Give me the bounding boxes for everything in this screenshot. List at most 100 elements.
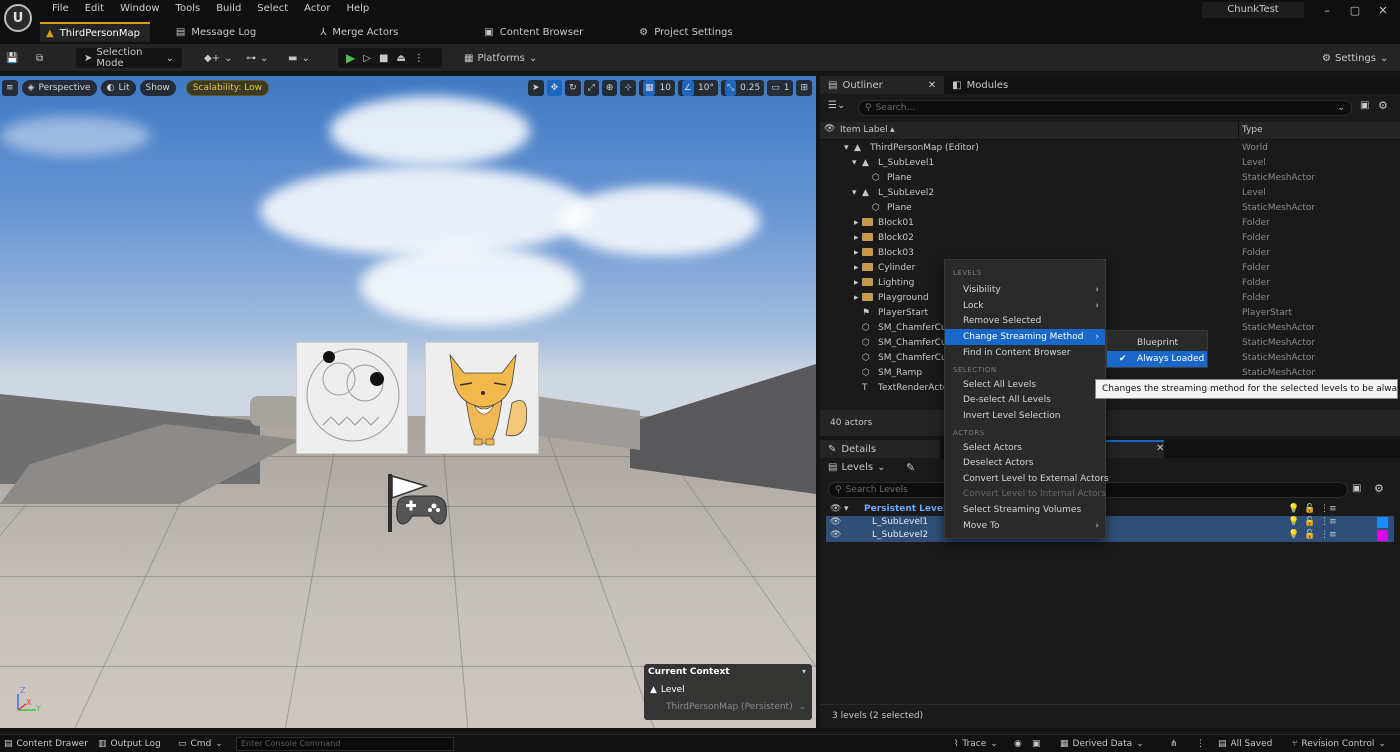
- eye-icon[interactable]: 👁: [830, 529, 841, 542]
- surface-snap-button[interactable]: ⊹: [620, 80, 636, 96]
- lock-icon[interactable]: 🔓: [1304, 529, 1315, 542]
- tab-levels[interactable]: [1104, 440, 1164, 458]
- tab-details[interactable]: ✎ Details: [820, 440, 940, 458]
- tab-modules[interactable]: ◧ Modules: [944, 76, 1016, 94]
- menu-item-blueprint[interactable]: Blueprint: [1107, 335, 1207, 351]
- expand-arrow-icon[interactable]: ▾: [852, 186, 857, 201]
- tab-outliner[interactable]: ▤ Outliner ✕: [820, 76, 945, 94]
- close-button[interactable]: ✕: [1370, 2, 1396, 20]
- tab-merge-actors[interactable]: ⅄ Merge Actors: [314, 22, 408, 42]
- cinematics-button[interactable]: ▬ ⌄: [288, 48, 310, 68]
- outliner-row[interactable]: ▸ Playground Folder: [820, 291, 1400, 306]
- outliner-row[interactable]: ⬡ Plane StaticMeshActor: [820, 171, 1400, 186]
- revision-control-button[interactable]: ⑂ Revision Control ⌄: [1292, 737, 1386, 751]
- lock-icon[interactable]: 🔓: [1304, 503, 1315, 516]
- outliner-row[interactable]: ▾ ▲ L_SubLevel1 Level: [820, 156, 1400, 171]
- expand-arrow-icon[interactable]: ▸: [854, 276, 859, 291]
- outliner-row[interactable]: ⚑ PlayerStart PlayerStart: [820, 306, 1400, 321]
- save-button[interactable]: 💾: [6, 48, 18, 68]
- lit-button[interactable]: ◐ Lit: [100, 80, 136, 96]
- add-actor-button[interactable]: ◆+ ⌄: [204, 48, 232, 68]
- expand-arrow-icon[interactable]: ▾: [844, 141, 849, 156]
- expand-arrow-icon[interactable]: ▸: [854, 231, 859, 246]
- level-color-swatch[interactable]: [1377, 530, 1388, 541]
- expand-arrow-icon[interactable]: ▸: [854, 291, 859, 306]
- level-row-persistent[interactable]: 👁 ▾ Persistent Level 💡 🔓 ⋮≡: [826, 503, 1394, 516]
- hierarchy-icon[interactable]: ⋮≡: [1320, 503, 1337, 516]
- tab-third-person-map[interactable]: ▲ ThirdPersonMap: [40, 22, 150, 42]
- minimize-button[interactable]: –: [1314, 2, 1340, 20]
- expand-arrow-icon[interactable]: ▸: [854, 246, 859, 261]
- settings-button[interactable]: ⚙ Settings ⌄: [1322, 48, 1388, 68]
- menu-item-convert-to-external-actors[interactable]: Convert Level to External Actors: [945, 471, 1109, 487]
- rotation-snap-button[interactable]: ∠ 10°: [677, 80, 718, 96]
- menu-tools[interactable]: Tools: [168, 2, 209, 16]
- menu-item-select-all-levels[interactable]: Select All Levels: [945, 377, 1105, 393]
- eye-icon[interactable]: 👁: [824, 124, 835, 134]
- lightbulb-icon[interactable]: 💡: [1288, 529, 1299, 542]
- add-level-folder-button[interactable]: ▣: [1352, 483, 1361, 494]
- cmd-dropdown[interactable]: ▭ Cmd ⌄: [178, 737, 223, 751]
- screenshot-button[interactable]: ▣: [1032, 737, 1041, 751]
- translate-mode-button[interactable]: ✥: [546, 80, 563, 96]
- world-local-button[interactable]: ⊕: [601, 80, 618, 96]
- outliner-row[interactable]: ▸ Lighting Folder: [820, 276, 1400, 291]
- perspective-button[interactable]: ◈ Perspective: [21, 80, 97, 96]
- menu-item-select-actors[interactable]: Select Actors: [945, 440, 1105, 456]
- menu-item-always-loaded[interactable]: ✔ Always Loaded: [1107, 351, 1207, 367]
- blueprint-button[interactable]: ⊶ ⌄: [246, 48, 268, 68]
- more-options-icon[interactable]: ⋮: [414, 53, 424, 64]
- menu-item-lock[interactable]: Lock ›: [945, 298, 1105, 314]
- output-log-button[interactable]: ▥ Output Log: [98, 737, 161, 751]
- player-start-gizmo[interactable]: [386, 472, 450, 534]
- menu-file[interactable]: File: [44, 2, 77, 16]
- outliner-row[interactable]: ▸ Block03 Folder: [820, 246, 1400, 261]
- column-item-label[interactable]: Item Label: [840, 125, 888, 135]
- menu-item-move-to[interactable]: Move To ›: [945, 518, 1105, 534]
- tab-project-settings[interactable]: ⚙ Project Settings: [633, 22, 742, 42]
- source-tree-button[interactable]: ⋔: [1170, 737, 1178, 751]
- scalability-badge[interactable]: Scalability: Low: [185, 80, 270, 96]
- grid-snap-button[interactable]: ▦ 10: [638, 80, 675, 96]
- eye-icon[interactable]: 👁: [830, 516, 841, 529]
- platforms-button[interactable]: ▦ Platforms ⌄: [464, 48, 537, 68]
- hierarchy-icon[interactable]: ⋮≡: [1320, 516, 1337, 529]
- expand-arrow-icon[interactable]: ▾: [844, 503, 849, 516]
- tab-content-browser[interactable]: ▣ Content Browser: [478, 22, 593, 42]
- console-input[interactable]: Enter Console Command: [236, 737, 454, 751]
- lightbulb-icon[interactable]: 💡: [1288, 503, 1299, 516]
- menu-select[interactable]: Select: [249, 2, 296, 16]
- show-button[interactable]: Show: [139, 80, 176, 96]
- close-icon[interactable]: ✕: [928, 80, 936, 91]
- eye-icon[interactable]: 👁: [830, 503, 841, 516]
- outliner-row[interactable]: ▾ ▲ L_SubLevel2 Level: [820, 186, 1400, 201]
- menu-item-deselect-actors[interactable]: Deselect Actors: [945, 455, 1105, 471]
- viewport-menu-button[interactable]: ≡: [2, 80, 18, 96]
- column-type[interactable]: Type: [1242, 125, 1263, 135]
- level-viewport[interactable]: ≡ ◈ Perspective ◐ Lit Show Scalability: Lo…: [0, 76, 816, 728]
- viewport-layout-button[interactable]: ⊞: [796, 80, 812, 96]
- menu-item-visibility[interactable]: Visibility ›: [945, 282, 1105, 298]
- level-row-sublevel2[interactable]: 👁 L_SubLevel2 💡 🔓 ⋮≡: [826, 529, 1394, 542]
- menu-window[interactable]: Window: [112, 2, 167, 16]
- outliner-settings-button[interactable]: ⚙: [1378, 99, 1388, 112]
- rotate-mode-button[interactable]: ↻: [565, 80, 581, 96]
- play-icon[interactable]: ▶: [346, 51, 355, 65]
- close-icon[interactable]: ✕: [1156, 443, 1164, 454]
- menu-help[interactable]: Help: [338, 2, 377, 16]
- outliner-row[interactable]: ⬡ Plane StaticMeshActor: [820, 201, 1400, 216]
- menu-item-change-streaming-method[interactable]: Change Streaming Method ›: [945, 329, 1105, 345]
- source-control-button[interactable]: ⧉: [36, 48, 43, 68]
- context-level-dropdown[interactable]: ThirdPersonMap (Persistent) ⌄: [666, 702, 806, 712]
- hierarchy-icon[interactable]: ⋮≡: [1320, 529, 1337, 542]
- menu-actor[interactable]: Actor: [296, 2, 338, 16]
- menu-item-select-streaming-volumes[interactable]: Select Streaming Volumes: [945, 502, 1105, 518]
- outliner-row[interactable]: ▸ Block02 Folder: [820, 231, 1400, 246]
- filter-button[interactable]: ☰⌄: [828, 100, 845, 111]
- scale-snap-button[interactable]: ⤡ 0.25: [720, 80, 765, 96]
- menu-item-deselect-all-levels[interactable]: De-select All Levels: [945, 392, 1105, 408]
- record-button[interactable]: ◉: [1014, 737, 1022, 751]
- step-icon[interactable]: ▷: [363, 53, 371, 64]
- level-color-swatch[interactable]: [1377, 517, 1388, 528]
- content-drawer-button[interactable]: ▤ Content Drawer: [4, 737, 88, 751]
